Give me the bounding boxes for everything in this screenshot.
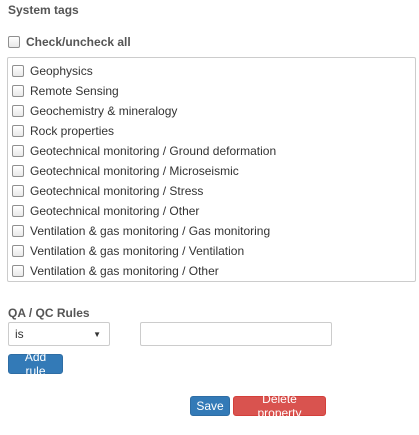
tag-item[interactable]: Ventilation & gas monitoring / Ventilati… <box>12 241 415 261</box>
tag-label: Ventilation & gas monitoring / Other <box>30 264 219 278</box>
system-tags-title: System tags <box>8 3 79 17</box>
tag-checkbox[interactable] <box>12 145 24 157</box>
tag-item[interactable]: Remote Sensing <box>12 81 415 101</box>
check-all-checkbox[interactable] <box>8 36 20 48</box>
check-all-toggle[interactable]: Check/uncheck all <box>8 35 131 49</box>
tag-label: Geophysics <box>30 64 93 78</box>
tag-label: Geotechnical monitoring / Ground deforma… <box>30 144 277 158</box>
tag-checkbox[interactable] <box>12 105 24 117</box>
rule-operator-value: is <box>15 327 24 341</box>
add-rule-button[interactable]: Add rule <box>8 350 63 378</box>
tag-label: Geochemistry & mineralogy <box>30 104 178 118</box>
tag-label: Rock properties <box>30 124 115 138</box>
save-button[interactable]: Save <box>190 396 230 416</box>
tag-item[interactable]: Rock properties <box>12 121 415 141</box>
system-tags-list-box[interactable]: Geophysics Remote Sensing Geochemistry &… <box>7 57 416 282</box>
rule-operator-select[interactable]: is ▼ <box>8 322 110 346</box>
tag-label: Ventilation & gas monitoring / Gas monit… <box>30 224 271 238</box>
tag-label: Geotechnical monitoring / Stress <box>30 184 204 198</box>
tag-item[interactable]: Ventilation & gas monitoring / Other <box>12 261 415 281</box>
tag-checkbox[interactable] <box>12 265 24 277</box>
tag-checkbox[interactable] <box>12 225 24 237</box>
tag-checkbox[interactable] <box>12 125 24 137</box>
tag-item[interactable]: Geotechnical monitoring / Ground deforma… <box>12 141 415 161</box>
qa-rules-title: QA / QC Rules <box>8 306 90 320</box>
tag-checkbox[interactable] <box>12 85 24 97</box>
tag-item[interactable]: Geotechnical monitoring / Stress <box>12 181 415 201</box>
tag-item[interactable]: Ventilation & gas monitoring / Gas monit… <box>12 221 415 241</box>
tag-checkbox[interactable] <box>12 185 24 197</box>
tag-label: Geotechnical monitoring / Microseismic <box>30 164 239 178</box>
tag-checkbox[interactable] <box>12 245 24 257</box>
tag-item[interactable]: Geotechnical monitoring / Other <box>12 201 415 221</box>
tag-label: Geotechnical monitoring / Other <box>30 204 200 218</box>
delete-property-button[interactable]: Delete property <box>233 392 326 420</box>
rule-value-input[interactable] <box>140 322 332 346</box>
tag-checkbox[interactable] <box>12 205 24 217</box>
system-tags-list: Geophysics Remote Sensing Geochemistry &… <box>8 58 415 281</box>
tag-item[interactable]: Geotechnical monitoring / Microseismic <box>12 161 415 181</box>
tag-checkbox[interactable] <box>12 165 24 177</box>
tag-item[interactable]: Geophysics <box>12 61 415 81</box>
tag-item[interactable]: Geochemistry & mineralogy <box>12 101 415 121</box>
tag-label: Remote Sensing <box>30 84 119 98</box>
check-all-label: Check/uncheck all <box>26 35 131 49</box>
tag-checkbox[interactable] <box>12 65 24 77</box>
tag-label: Ventilation & gas monitoring / Ventilati… <box>30 244 245 258</box>
caret-down-icon: ▼ <box>93 329 101 339</box>
